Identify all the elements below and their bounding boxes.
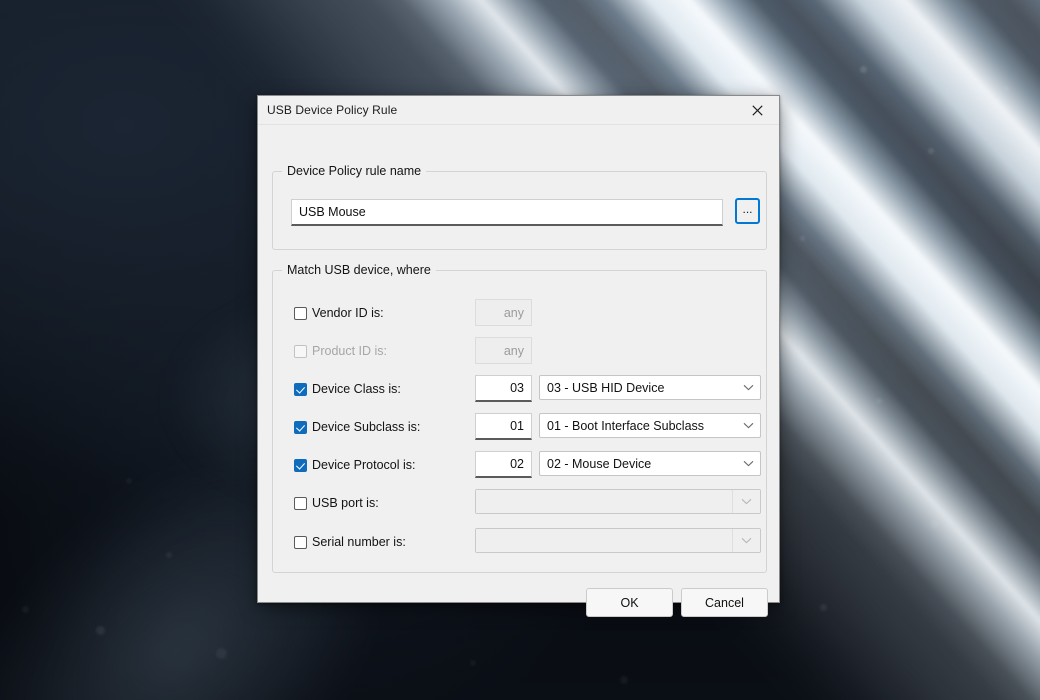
combo-device-subclass[interactable]: 01 - Boot Interface Subclass <box>539 413 761 438</box>
label-serial-number: Serial number is: <box>312 535 406 549</box>
combo-device-subclass-value: 01 - Boot Interface Subclass <box>540 419 736 433</box>
browse-button[interactable]: ... <box>735 198 760 224</box>
row-serial-number: Serial number is: <box>273 528 766 556</box>
combo-serial-number[interactable] <box>475 528 761 553</box>
match-usb-device-group: Match USB device, where Vendor ID is: Pr… <box>272 270 767 573</box>
row-usb-port: USB port is: <box>273 489 766 517</box>
label-vendor-id: Vendor ID is: <box>312 306 384 320</box>
match-group-legend: Match USB device, where <box>282 263 436 277</box>
label-device-class: Device Class is: <box>312 382 401 396</box>
combo-device-protocol-value: 02 - Mouse Device <box>540 457 736 471</box>
row-device-class: Device Class is: 03 - USB HID Device <box>273 375 766 403</box>
dialog-title: USB Device Policy Rule <box>258 103 397 117</box>
checkbox-box-usb-port <box>294 497 307 510</box>
checkbox-box-device-protocol <box>294 459 307 472</box>
cancel-button[interactable]: Cancel <box>681 588 768 617</box>
row-device-subclass: Device Subclass is: 01 - Boot Interface … <box>273 413 766 441</box>
usb-device-policy-rule-dialog: USB Device Policy Rule Device Policy rul… <box>257 95 780 603</box>
device-policy-rule-name-group: Device Policy rule name ... <box>272 171 767 250</box>
row-product-id: Product ID is: <box>273 337 766 365</box>
label-device-protocol: Device Protocol is: <box>312 458 416 472</box>
label-product-id: Product ID is: <box>312 344 387 358</box>
combo-device-protocol[interactable]: 02 - Mouse Device <box>539 451 761 476</box>
chevron-down-icon <box>732 490 760 513</box>
dialog-titlebar: USB Device Policy Rule <box>258 96 779 125</box>
code-field-product-id[interactable] <box>475 337 532 364</box>
combo-usb-port[interactable] <box>475 489 761 514</box>
checkbox-device-class[interactable]: Device Class is: <box>294 375 401 403</box>
checkbox-box-product-id <box>294 345 307 358</box>
row-device-protocol: Device Protocol is: 02 - Mouse Device <box>273 451 766 479</box>
checkbox-box-device-class <box>294 383 307 396</box>
chevron-down-icon <box>736 460 760 467</box>
label-device-subclass: Device Subclass is: <box>312 420 420 434</box>
dialog-body: Device Policy rule name ... Match USB de… <box>258 125 779 602</box>
combo-device-class-value: 03 - USB HID Device <box>540 381 736 395</box>
checkbox-box-vendor-id <box>294 307 307 320</box>
checkbox-device-protocol[interactable]: Device Protocol is: <box>294 451 416 479</box>
checkbox-usb-port[interactable]: USB port is: <box>294 489 379 517</box>
code-field-device-protocol[interactable] <box>475 451 532 478</box>
code-field-device-subclass[interactable] <box>475 413 532 440</box>
chevron-down-icon <box>732 529 760 552</box>
ok-button[interactable]: OK <box>586 588 673 617</box>
label-usb-port: USB port is: <box>312 496 379 510</box>
checkbox-box-device-subclass <box>294 421 307 434</box>
checkbox-product-id[interactable]: Product ID is: <box>294 337 387 365</box>
combo-device-class[interactable]: 03 - USB HID Device <box>539 375 761 400</box>
rule-name-group-legend: Device Policy rule name <box>282 164 426 178</box>
chevron-down-icon <box>736 422 760 429</box>
checkbox-vendor-id[interactable]: Vendor ID is: <box>294 299 384 327</box>
close-icon[interactable] <box>735 96 779 124</box>
checkbox-serial-number[interactable]: Serial number is: <box>294 528 406 556</box>
checkbox-box-serial-number <box>294 536 307 549</box>
combo-serial-number-value <box>476 529 732 552</box>
checkbox-device-subclass[interactable]: Device Subclass is: <box>294 413 420 441</box>
chevron-down-icon <box>736 384 760 391</box>
code-field-vendor-id[interactable] <box>475 299 532 326</box>
rule-name-input[interactable] <box>291 199 723 226</box>
code-field-device-class[interactable] <box>475 375 532 402</box>
combo-usb-port-value <box>476 490 732 513</box>
row-vendor-id: Vendor ID is: <box>273 299 766 327</box>
